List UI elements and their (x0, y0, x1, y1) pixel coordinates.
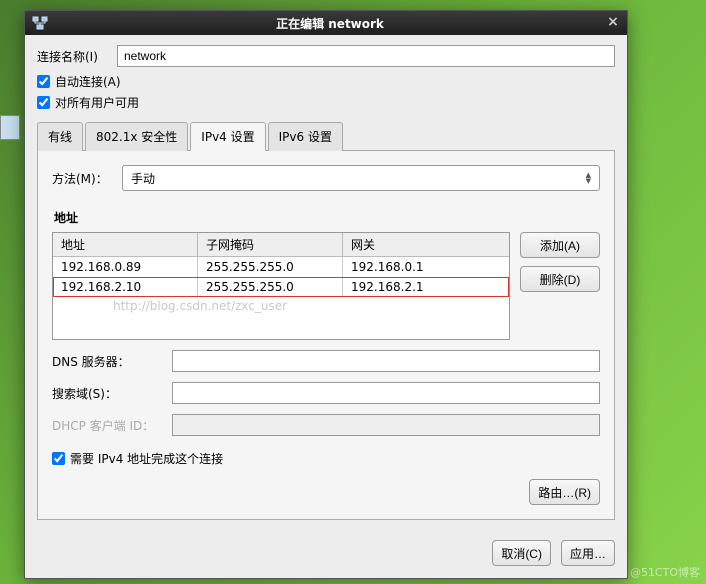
attribution-watermark: @51CTO博客 (630, 564, 700, 580)
require-ipv4-row[interactable]: 需要 IPv4 地址完成这个连接 (52, 450, 600, 467)
routes-button[interactable]: 路由…(R) (529, 479, 600, 505)
cell-netmask: 255.255.255.0 (198, 257, 343, 277)
select-arrows-icon: ▲▼ (586, 172, 591, 184)
cell-address: 192.168.0.89 (53, 257, 198, 277)
all-users-checkbox-row[interactable]: 对所有用户可用 (37, 94, 615, 111)
connection-name-input[interactable] (117, 45, 615, 67)
header-address[interactable]: 地址 (53, 233, 198, 256)
close-icon[interactable]: × (605, 15, 621, 31)
method-select[interactable]: 手动 ▲▼ (122, 165, 600, 191)
tab-ipv4[interactable]: IPv4 设置 (190, 122, 265, 151)
dns-label: DNS 服务器： (52, 353, 172, 370)
all-users-label: 对所有用户可用 (55, 94, 139, 111)
auto-connect-checkbox-row[interactable]: 自动连接(A) (37, 73, 615, 90)
tab-wired[interactable]: 有线 (37, 122, 83, 151)
header-netmask[interactable]: 子网掩码 (198, 233, 343, 256)
cell-gateway: 192.168.2.1 (343, 277, 509, 297)
network-icon (31, 15, 49, 31)
cell-gateway: 192.168.0.1 (343, 257, 509, 277)
require-ipv4-checkbox[interactable] (52, 452, 65, 465)
search-domain-label: 搜索域(S)： (52, 385, 172, 402)
window-title: 正在编辑 network (55, 15, 605, 32)
auto-connect-label: 自动连接(A) (55, 73, 121, 90)
apply-button[interactable]: 应用… (561, 540, 615, 566)
search-domain-input[interactable] (172, 382, 600, 404)
require-ipv4-label: 需要 IPv4 地址完成这个连接 (70, 450, 223, 467)
addresses-section-label: 地址 (54, 209, 600, 226)
table-row[interactable]: 192.168.0.89 255.255.255.0 192.168.0.1 (53, 257, 509, 277)
table-row[interactable]: 192.168.2.10 255.255.255.0 192.168.2.1 (53, 277, 509, 297)
dialog-body: 连接名称(I) 自动连接(A) 对所有用户可用 有线 802.1x 安全性 IP… (25, 35, 627, 530)
method-label: 方法(M)： (52, 170, 122, 187)
tab-security[interactable]: 802.1x 安全性 (85, 122, 188, 151)
tab-bar: 有线 802.1x 安全性 IPv4 设置 IPv6 设置 (37, 121, 615, 151)
connection-name-label: 连接名称(I) (37, 48, 117, 65)
dhcp-client-id-input (172, 414, 600, 436)
dhcp-client-id-label: DHCP 客户端 ID： (52, 417, 172, 434)
network-edit-dialog: 正在编辑 network × 连接名称(I) 自动连接(A) 对所有用户可用 有… (24, 10, 628, 579)
addresses-table[interactable]: 地址 子网掩码 网关 192.168.0.89 255.255.255.0 19… (52, 232, 510, 340)
background-window (0, 115, 20, 140)
method-value: 手动 (131, 170, 155, 187)
connection-name-row: 连接名称(I) (37, 45, 615, 67)
cancel-button[interactable]: 取消(C) (492, 540, 551, 566)
add-button[interactable]: 添加(A) (520, 232, 600, 258)
auto-connect-checkbox[interactable] (37, 75, 50, 88)
watermark-text: http://blog.csdn.net/zxc_user (53, 299, 509, 313)
ipv4-panel: 方法(M)： 手动 ▲▼ 地址 地址 子网掩码 网关 192.168.0.89 (37, 151, 615, 520)
tab-ipv6[interactable]: IPv6 设置 (268, 122, 343, 151)
all-users-checkbox[interactable] (37, 96, 50, 109)
cell-netmask: 255.255.255.0 (198, 277, 343, 297)
delete-button[interactable]: 删除(D) (520, 266, 600, 292)
titlebar[interactable]: 正在编辑 network × (25, 11, 627, 35)
cell-address: 192.168.2.10 (53, 277, 198, 297)
dns-input[interactable] (172, 350, 600, 372)
table-header: 地址 子网掩码 网关 (53, 233, 509, 257)
header-gateway[interactable]: 网关 (343, 233, 509, 256)
dialog-footer: 取消(C) 应用… (25, 530, 627, 578)
